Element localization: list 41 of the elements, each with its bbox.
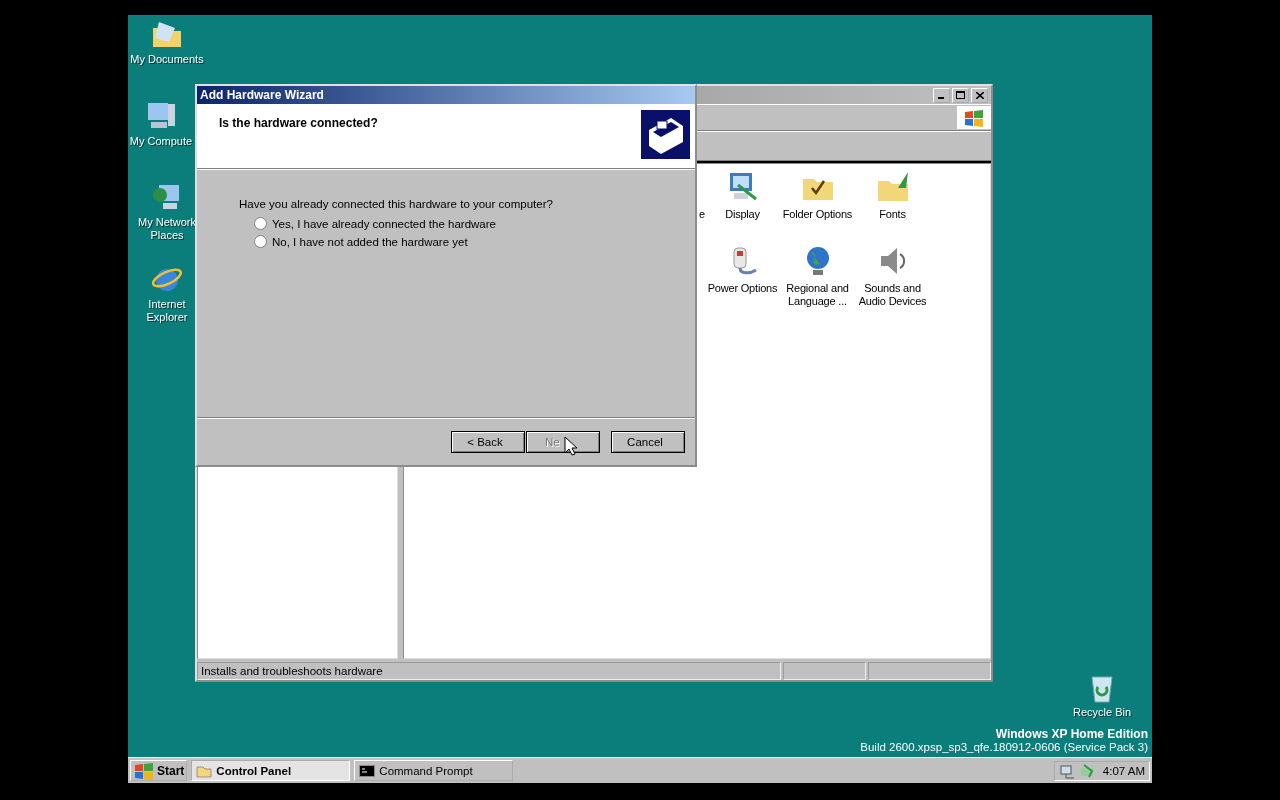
control-panel-item[interactable]: Fonts	[879, 208, 906, 221]
folder-fonts-icon	[875, 170, 910, 204]
question-text: Have you already connected this hardware to your computer?	[239, 198, 554, 210]
tray-app-icon	[1079, 762, 1095, 779]
maximize-icon	[956, 91, 965, 99]
close-icon	[975, 91, 984, 99]
radio-option[interactable]: Yes, I have already connected the hardware	[254, 217, 653, 230]
windows-logo-icon	[133, 761, 155, 780]
folder-icon	[196, 763, 213, 778]
wizard-button[interactable]: Cancel	[611, 430, 685, 453]
radio-button[interactable]	[254, 217, 267, 230]
control-panel-item[interactable]: Power Options	[707, 282, 778, 295]
control-panel-item[interactable]: e	[699, 208, 705, 221]
start-button[interactable]: Start	[130, 760, 188, 781]
control-panel-item[interactable]: Folder Options	[782, 208, 853, 221]
radio-option[interactable]: No, I have not added the hardware yet	[254, 235, 653, 248]
taskbar-button[interactable]: Control Panel	[191, 760, 351, 781]
maximize-button[interactable]	[952, 87, 969, 103]
recycle-bin-icon	[1088, 673, 1116, 703]
cursor-icon	[564, 436, 577, 456]
desktop-icon-label[interactable]: My Documents	[130, 53, 204, 66]
control-panel-item[interactable]: Sounds and Audio Devices	[855, 282, 930, 308]
dialog-title-bar: Add Hardware Wizard	[197, 86, 695, 104]
minimize-button[interactable]	[933, 87, 950, 103]
control-panel-item[interactable]: Display	[725, 208, 760, 221]
network-tray-icon	[1059, 762, 1075, 779]
control-panel-item[interactable]: Regional and Language ...	[780, 282, 855, 308]
status-bar-text: Installs and troubleshoots hardware	[197, 662, 781, 680]
windows-logo-icon	[963, 108, 985, 127]
desktop-icon-label[interactable]: My Compute	[129, 135, 193, 148]
os-edition-text: Windows XP Home Edition	[995, 727, 1148, 741]
desktop-icon-label[interactable]: Recycle Bin	[1072, 706, 1132, 719]
taskbar-button[interactable]: Command Prompt	[354, 760, 514, 781]
wizard-button[interactable]: < Back	[451, 430, 525, 453]
radio-button[interactable]	[254, 235, 267, 248]
clock-text: 4:07 AM	[1102, 764, 1145, 777]
hardware-icon	[641, 110, 690, 159]
close-button[interactable]	[971, 87, 988, 103]
wizard-heading: Is the hardware connected?	[219, 116, 378, 132]
build-info-text: Build 2600.xpsp_sp3_qfe.180912-0606 (Service Pack 3)	[860, 741, 1148, 753]
console-icon	[359, 763, 376, 778]
